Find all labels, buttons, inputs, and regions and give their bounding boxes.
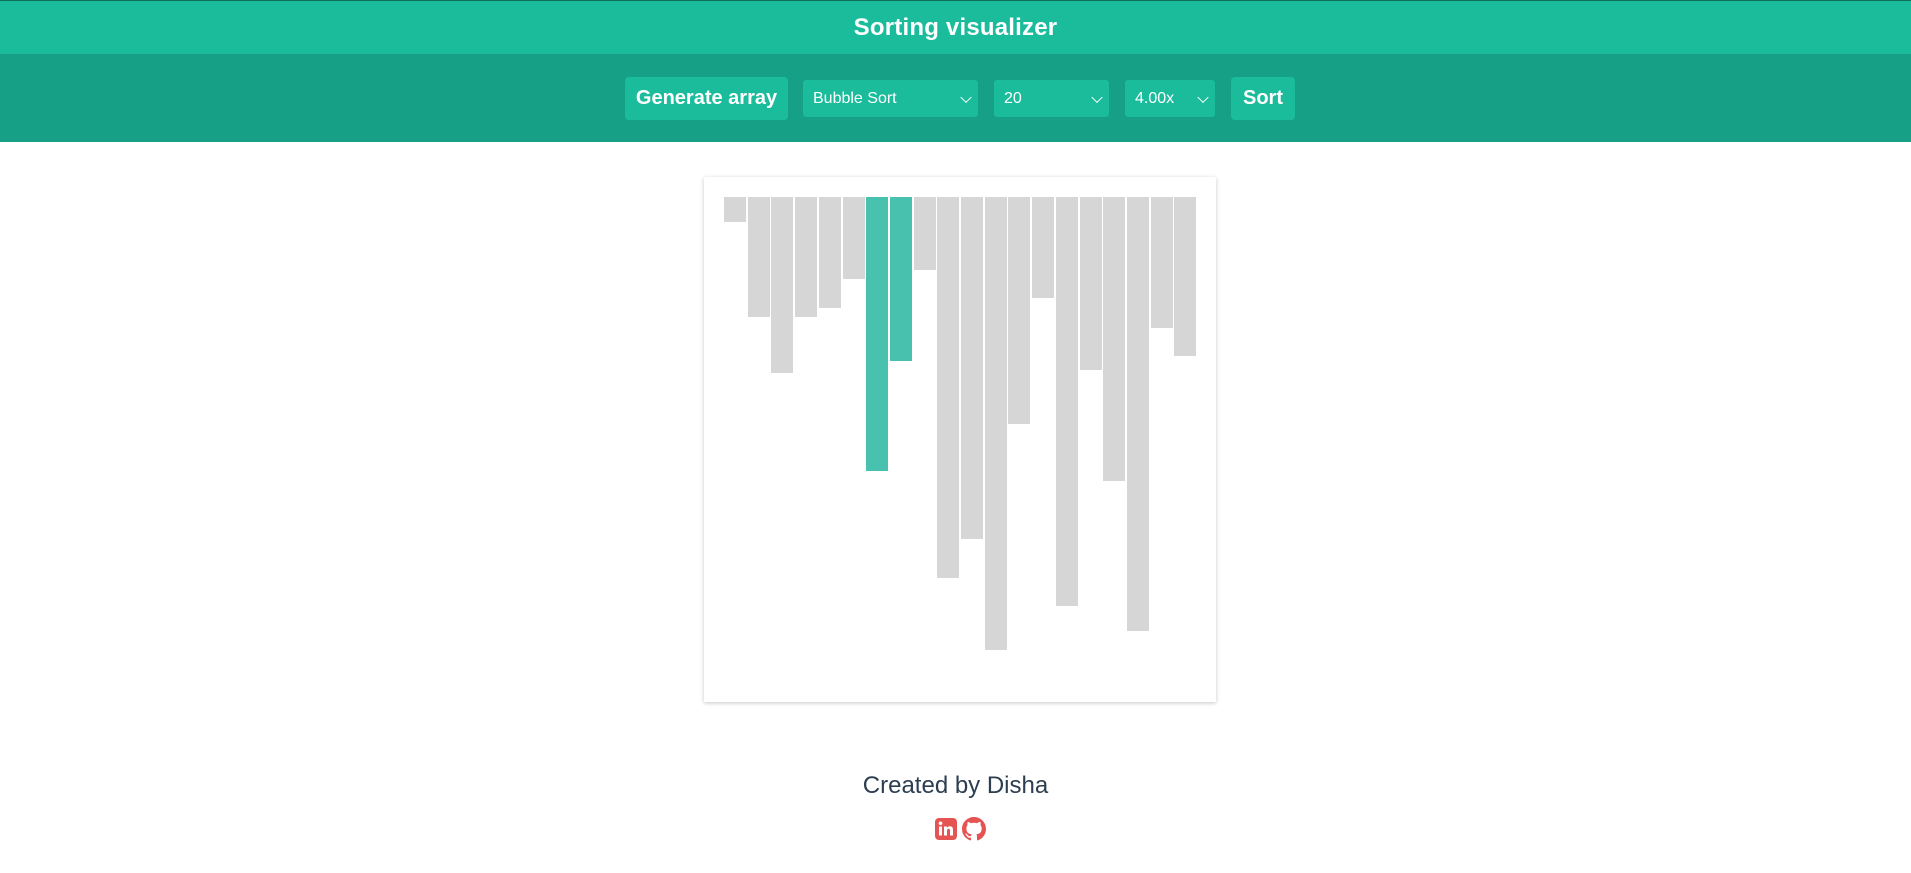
app-title: Sorting visualizer — [853, 13, 1058, 41]
array-bar — [866, 197, 889, 471]
chevron-down-icon — [1197, 91, 1209, 103]
array-bar — [818, 197, 841, 308]
toolbar: Generate array Bubble Sort 20 4.00x Sort — [0, 54, 1911, 142]
array-bar — [1079, 197, 1102, 370]
sort-label: Sort — [1243, 87, 1283, 109]
github-icon — [962, 817, 986, 841]
linkedin-link[interactable] — [934, 817, 958, 841]
array-bar — [1008, 197, 1031, 424]
array-bar — [1150, 197, 1173, 328]
array-bar — [1103, 197, 1126, 481]
array-size-select-value: 20 — [1004, 89, 1022, 107]
array-bar — [1174, 197, 1197, 356]
array-bar — [842, 197, 865, 279]
linkedin-icon — [935, 818, 957, 840]
algorithm-select[interactable]: Bubble Sort — [803, 80, 978, 117]
array-bar — [961, 197, 983, 539]
app-header: Sorting visualizer — [0, 0, 1911, 54]
footer-credit: Created by Disha — [862, 772, 1049, 799]
github-link[interactable] — [962, 817, 986, 841]
array-bar — [1126, 197, 1149, 631]
array-bar — [937, 197, 960, 578]
array-bar — [913, 197, 936, 270]
speed-select[interactable]: 4.00x — [1125, 80, 1215, 117]
visualizer-canvas — [704, 177, 1216, 702]
array-bar — [1055, 197, 1078, 606]
array-bar — [889, 197, 912, 361]
chevron-down-icon — [960, 91, 972, 103]
array-bar — [771, 197, 794, 373]
chevron-down-icon — [1091, 91, 1103, 103]
sort-button[interactable]: Sort — [1231, 77, 1295, 120]
speed-select-value: 4.00x — [1135, 89, 1175, 107]
generate-array-label: Generate array — [635, 87, 778, 109]
bars-container — [724, 197, 1197, 682]
array-bar — [724, 197, 746, 222]
generate-array-button[interactable]: Generate array — [625, 77, 788, 120]
array-bar — [984, 197, 1007, 650]
algorithm-select-value: Bubble Sort — [813, 89, 897, 107]
array-size-select[interactable]: 20 — [994, 80, 1109, 117]
array-bar — [747, 197, 770, 317]
array-bar — [1032, 197, 1055, 298]
array-bar — [795, 197, 818, 317]
